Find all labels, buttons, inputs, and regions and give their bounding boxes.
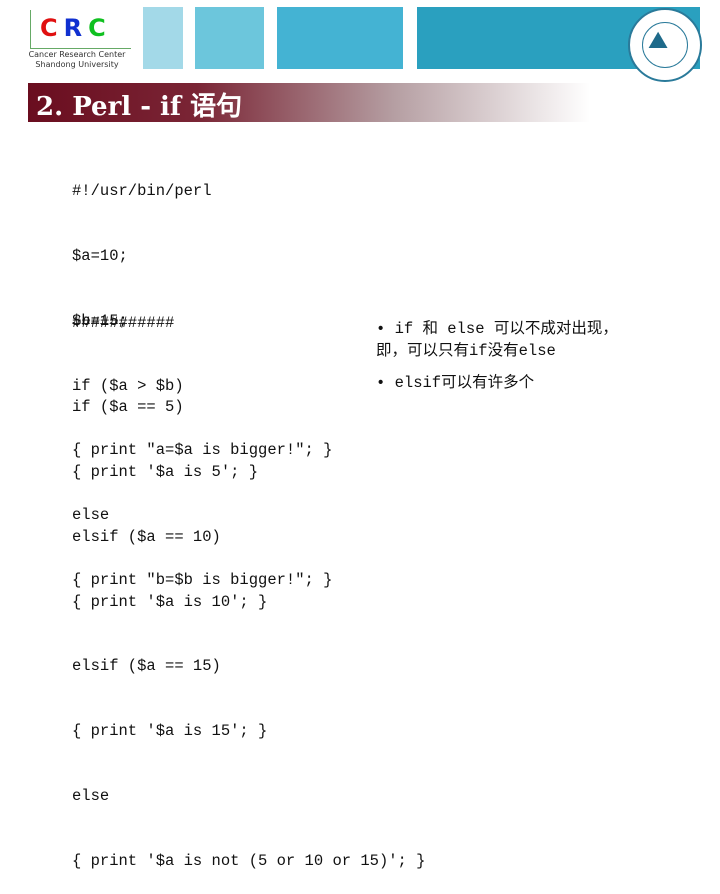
logo-text: CRC (40, 14, 112, 42)
note-item: • if 和 else 可以不成对出现，即，可以只有if没有else (376, 320, 618, 360)
title-bar: 2. Perl - if 语句 (28, 83, 590, 122)
code-line: else (72, 786, 110, 805)
code-line: if ($a == 5) (72, 398, 184, 417)
university-seal: ⛰ (628, 8, 702, 82)
header-block-1 (143, 7, 183, 69)
note-item: • elsif可以有许多个 (376, 374, 535, 392)
code-line: { print '$a is 10'; } (72, 592, 268, 611)
code-line: { print '$a is 5'; } (72, 462, 259, 481)
code-line: { print '$a is not (5 or 10 or 15)'; } (72, 851, 426, 870)
header-block-3 (277, 7, 403, 69)
notes: • if 和 else 可以不成对出现，即，可以只有if没有else • els… (376, 318, 646, 404)
code-line: elsif ($a == 10) (72, 527, 221, 546)
code-line: #!/usr/bin/perl (72, 182, 212, 201)
code-line: $a=10; (72, 246, 128, 265)
logo-subtitle: Cancer Research Center Shandong Universit… (22, 50, 132, 70)
seal-mountain-icon: ⛰ (648, 26, 669, 54)
page-title: 2. Perl - if 语句 (36, 92, 243, 122)
separator: ########### (72, 314, 175, 332)
code-line: { print '$a is 15'; } (72, 722, 268, 741)
logo: CRC Cancer Research Center Shandong Unive… (22, 8, 132, 72)
logo-subtitle-1: Cancer Research Center (28, 50, 126, 59)
header-block-2 (195, 7, 264, 69)
code-line: elsif ($a == 15) (72, 657, 221, 676)
logo-subtitle-2: Shandong University (35, 60, 119, 69)
code-block-2: if ($a == 5) { print '$a is 5'; } elsif … (72, 354, 425, 894)
